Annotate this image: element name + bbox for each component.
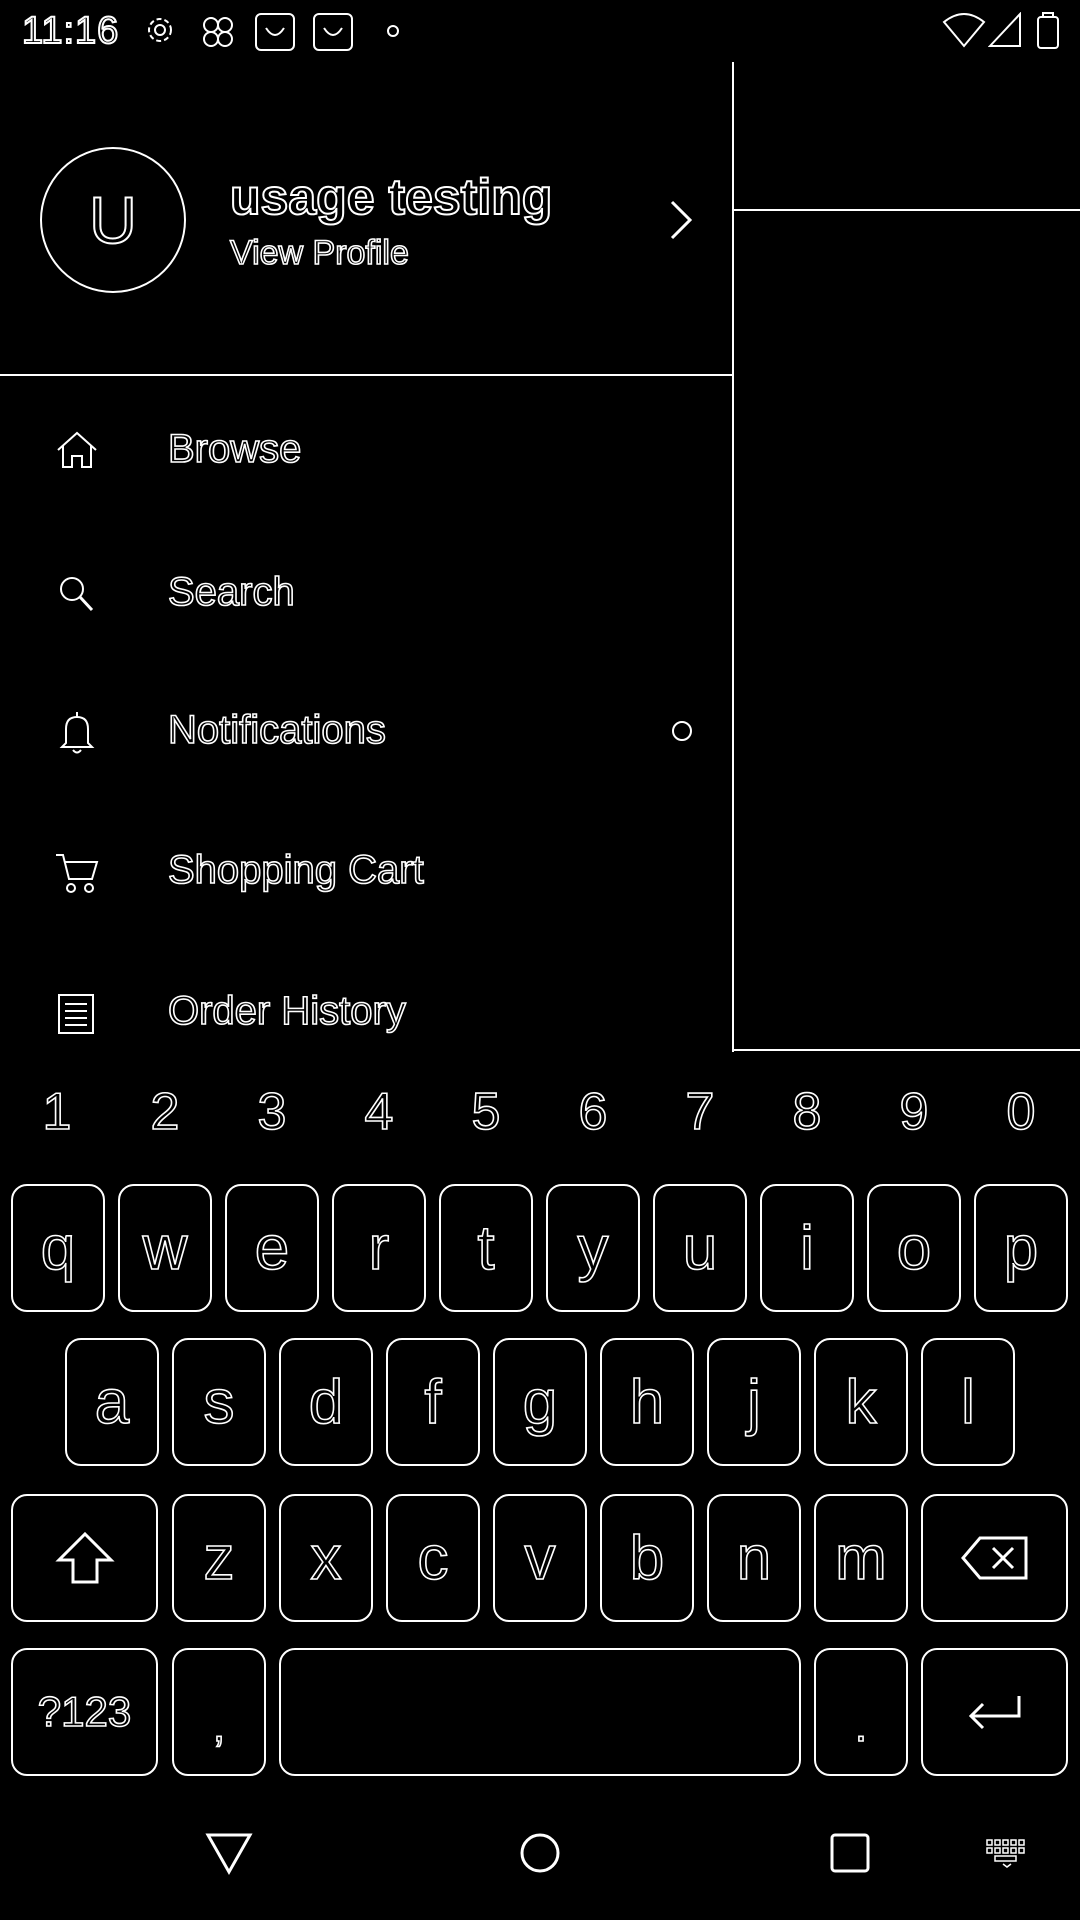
back-triangle-icon [205, 1833, 253, 1876]
key-d[interactable]: d [279, 1338, 373, 1466]
app-badge-icon [312, 12, 354, 52]
key-e[interactable]: e [225, 1184, 319, 1312]
number-key[interactable]: 0 [967, 1082, 1075, 1142]
key-y[interactable]: y [546, 1184, 640, 1312]
recents-square-icon [830, 1833, 870, 1873]
avatar: U [40, 147, 186, 293]
symbols-key[interactable]: ?123 [11, 1648, 158, 1776]
key-r[interactable]: r [332, 1184, 426, 1312]
shift-arrow-icon [54, 1531, 115, 1584]
menu-label-notifications: Notifications [167, 707, 386, 753]
key-u[interactable]: u [653, 1184, 747, 1312]
key-o[interactable]: o [867, 1184, 961, 1312]
menu-item-browse[interactable]: Browse [0, 400, 734, 500]
app-badge-icon [254, 12, 296, 52]
wifi-icon [942, 12, 986, 50]
key-m[interactable]: m [814, 1494, 908, 1622]
status-bar: 11:16 [0, 0, 1080, 62]
menu-label-search: Search [167, 569, 295, 615]
app-grid-icon [198, 12, 238, 52]
number-key[interactable]: 1 [3, 1082, 111, 1142]
back-button[interactable] [205, 1832, 253, 1876]
number-key[interactable]: 4 [325, 1082, 433, 1142]
key-i[interactable]: i [760, 1184, 854, 1312]
home-circle-icon [520, 1833, 560, 1873]
number-key[interactable]: 8 [753, 1082, 861, 1142]
enter-icon [968, 1696, 1020, 1730]
menu-item-search[interactable]: Search [0, 543, 734, 643]
key-p[interactable]: p [974, 1184, 1068, 1312]
receipt-icon [52, 992, 102, 1036]
key-f[interactable]: f [386, 1338, 480, 1466]
key-a[interactable]: a [65, 1338, 159, 1466]
battery-icon [1036, 12, 1060, 50]
menu-label-order-history: Order History [167, 988, 406, 1034]
key-q[interactable]: q [11, 1184, 105, 1312]
backspace-key[interactable] [921, 1494, 1068, 1622]
number-key[interactable]: 3 [218, 1082, 326, 1142]
key-z[interactable]: z [172, 1494, 266, 1622]
content-area[interactable] [734, 62, 1080, 1052]
key-h[interactable]: h [600, 1338, 694, 1466]
key-t[interactable]: t [439, 1184, 533, 1312]
dot-icon [386, 24, 400, 38]
key-c[interactable]: c [386, 1494, 480, 1622]
status-time: 11:16 [21, 9, 120, 53]
system-nav-bar [0, 1792, 1080, 1920]
soft-keyboard: 1 2 3 4 5 6 7 8 9 0 q w e r t y u i o p … [0, 1052, 1080, 1792]
view-profile-link[interactable]: View Profile [229, 233, 410, 273]
home-icon [52, 430, 102, 470]
key-k[interactable]: k [814, 1338, 908, 1466]
menu-label-shopping-cart: Shopping Cart [167, 847, 424, 893]
spacebar-key[interactable] [279, 1648, 801, 1776]
number-key[interactable]: 6 [539, 1082, 647, 1142]
profile-header[interactable]: U usage testing View Profile [0, 62, 734, 376]
key-w[interactable]: w [118, 1184, 212, 1312]
key-x[interactable]: x [279, 1494, 373, 1622]
number-key[interactable]: 5 [432, 1082, 540, 1142]
signal-icon [988, 12, 1022, 50]
key-b[interactable]: b [600, 1494, 694, 1622]
cart-icon [52, 851, 102, 895]
number-key[interactable]: 9 [860, 1082, 968, 1142]
keyboard-switch-button[interactable] [985, 1838, 1029, 1868]
number-key[interactable]: 2 [111, 1082, 219, 1142]
comma-key[interactable]: , [172, 1648, 266, 1776]
navigation-drawer: U usage testing View Profile Browse Sear… [0, 62, 734, 1052]
shift-key[interactable] [11, 1494, 158, 1622]
number-key[interactable]: 7 [646, 1082, 754, 1142]
chevron-right-icon[interactable] [668, 198, 694, 242]
recents-button[interactable] [829, 1832, 871, 1874]
home-button[interactable] [519, 1832, 561, 1874]
menu-item-order-history[interactable]: Order History [0, 962, 734, 1062]
gear-icon [142, 12, 178, 48]
enter-key[interactable] [921, 1648, 1068, 1776]
key-v[interactable]: v [493, 1494, 587, 1622]
key-l[interactable]: l [921, 1338, 1015, 1466]
user-name: usage testing [229, 168, 553, 226]
menu-label-browse: Browse [167, 426, 302, 472]
menu-item-shopping-cart[interactable]: Shopping Cart [0, 821, 734, 921]
key-g[interactable]: g [493, 1338, 587, 1466]
bell-icon [52, 711, 102, 755]
menu-item-notifications[interactable]: Notifications [0, 681, 734, 781]
notification-indicator [670, 719, 694, 743]
key-n[interactable]: n [707, 1494, 801, 1622]
keyboard-icon [986, 1839, 1025, 1868]
period-key[interactable]: . [814, 1648, 908, 1776]
backspace-icon [960, 1536, 1027, 1580]
search-icon [52, 573, 102, 613]
key-s[interactable]: s [172, 1338, 266, 1466]
key-j[interactable]: j [707, 1338, 801, 1466]
